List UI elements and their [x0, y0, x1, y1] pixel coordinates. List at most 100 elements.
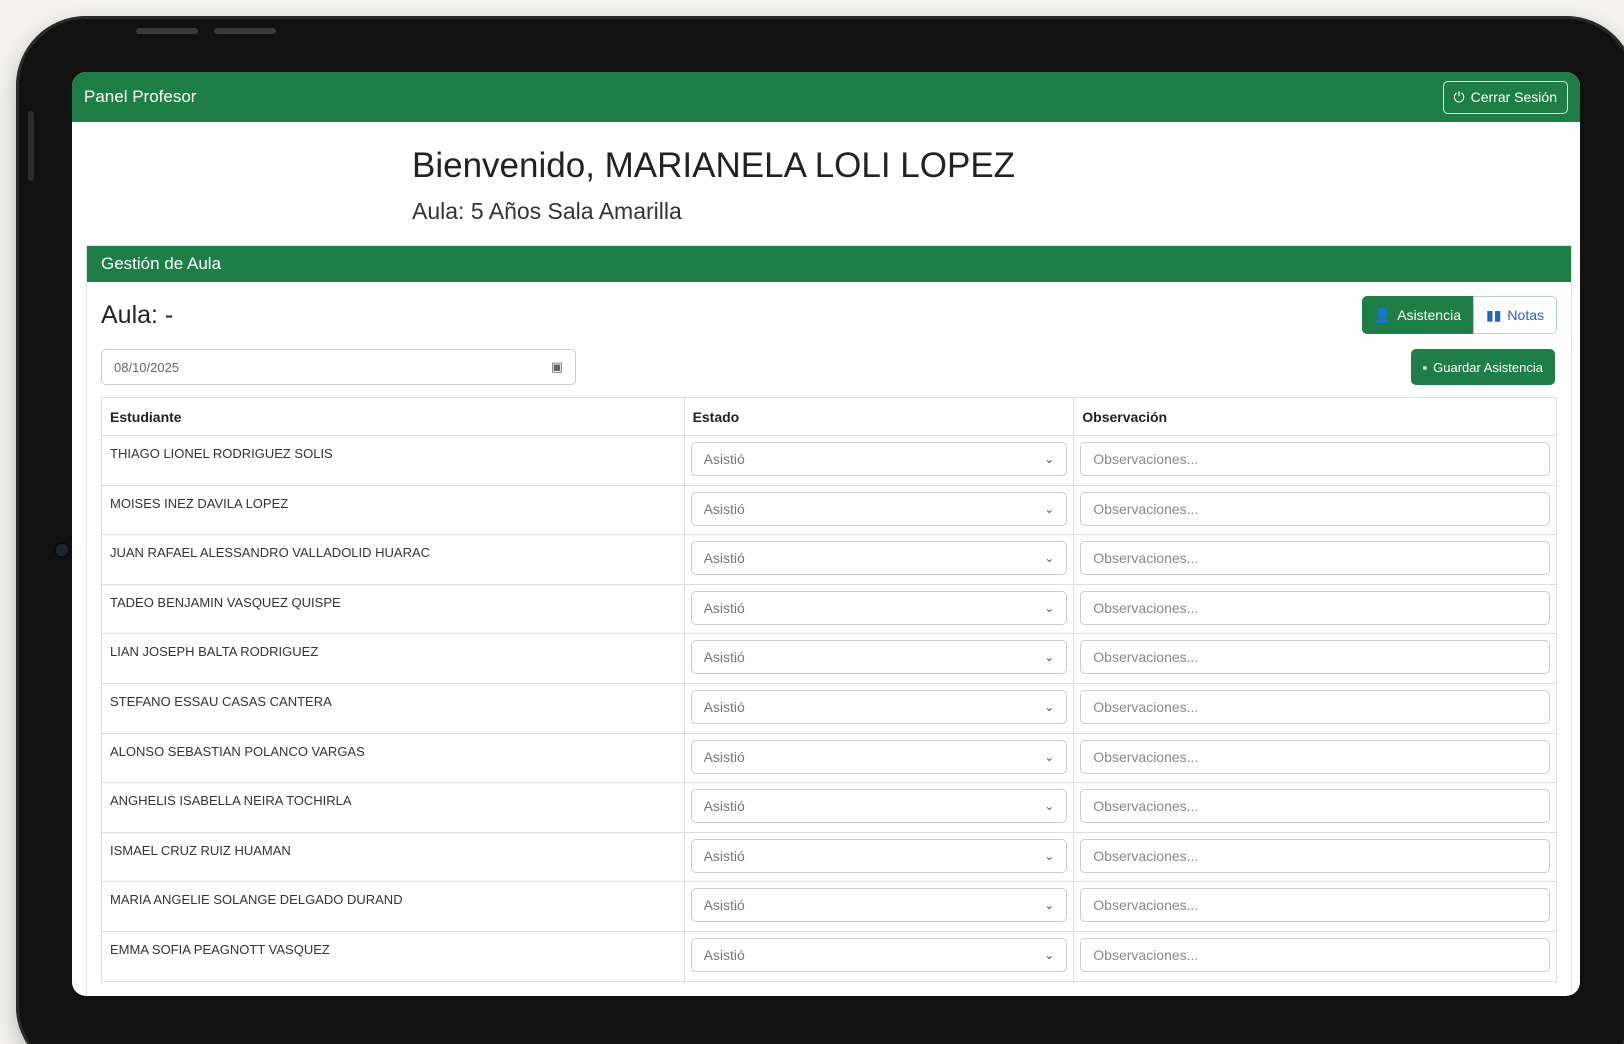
chevron-down-icon: ⌄	[1044, 452, 1055, 466]
observation-cell: Observaciones...	[1073, 583, 1557, 635]
table-row: JUAN RAFAEL ALESSANDRO VALLADOLID HUARAC…	[101, 534, 1557, 585]
status-select[interactable]: Asistió ⌄	[690, 442, 1068, 476]
observation-input[interactable]: Observaciones...	[1080, 739, 1550, 774]
observation-cell: Observaciones...	[1073, 435, 1557, 486]
observation-input[interactable]: Observaciones...	[1080, 888, 1550, 923]
status-cell: Asistió ⌄	[683, 682, 1075, 734]
status-value: Asistió	[703, 798, 745, 815]
grades-tab[interactable]: ▮▮ Notas	[1473, 296, 1557, 334]
status-select[interactable]: Asistió ⌄	[690, 888, 1068, 923]
observation-input[interactable]: Observaciones...	[1080, 937, 1550, 972]
status-value: Asistió	[703, 451, 745, 467]
status-select[interactable]: Asistió ⌄	[690, 590, 1068, 625]
date-value: 08/10/2025	[114, 359, 180, 375]
observation-cell: Observaciones...	[1073, 633, 1557, 684]
status-cell: Asistió ⌄	[683, 732, 1075, 784]
table-header-row: Estudiante Estado Observación	[101, 397, 1557, 436]
calendar-icon[interactable]: ▣	[551, 359, 563, 375]
chevron-down-icon: ⌄	[1044, 551, 1055, 566]
observation-placeholder: Observaciones...	[1093, 550, 1199, 567]
date-input[interactable]: 08/10/2025 ▣	[101, 349, 576, 385]
student-name: MARIA ANGELIE SOLANGE DELGADO DURAND	[101, 881, 685, 932]
chevron-down-icon: ⌄	[1044, 650, 1055, 665]
observation-placeholder: Observaciones...	[1093, 500, 1199, 517]
observation-input[interactable]: Observaciones...	[1080, 838, 1550, 873]
table-row: ANGHELIS ISABELLA NEIRA TOCHIRLA Asistió ⌄…	[101, 782, 1557, 833]
logout-label: Cerrar Sesión	[1470, 89, 1557, 105]
student-name: LIAN JOSEPH BALTA RODRIGUEZ	[101, 633, 685, 684]
status-select[interactable]: Asistió ⌄	[690, 789, 1068, 824]
table-row: ISMAEL CRUZ RUIZ HUAMAN Asistió ⌄ Observaci…	[101, 831, 1557, 883]
status-value: Asistió	[703, 698, 745, 715]
classroom-card: Gestión de Aula Aula: - 👤 Asistencia ▮▮ …	[86, 245, 1572, 996]
status-select[interactable]: Asistió ⌄	[690, 838, 1068, 873]
observation-placeholder: Observaciones...	[1093, 798, 1199, 815]
status-cell: Asistió ⌄	[683, 930, 1075, 982]
chevron-down-icon: ⌄	[1044, 947, 1055, 962]
power-icon: ⏻	[1453, 88, 1465, 105]
status-cell: Asistió ⌄	[683, 633, 1075, 684]
status-cell: Asistió ⌄	[683, 534, 1075, 585]
chevron-down-icon: ⌄	[1044, 898, 1055, 913]
table-row: LIAN JOSEPH BALTA RODRIGUEZ Asistió ⌄ Obser…	[101, 633, 1557, 684]
app-screen: Panel Profesor ⏻ Cerrar Sesión Bienvenid…	[72, 72, 1580, 996]
chevron-down-icon: ⌄	[1044, 600, 1055, 615]
observation-cell: Observaciones...	[1073, 732, 1557, 784]
column-header-student: Estudiante	[101, 397, 685, 436]
status-value: Asistió	[703, 500, 745, 517]
observation-placeholder: Observaciones...	[1093, 649, 1199, 666]
observation-cell: Observaciones...	[1073, 831, 1557, 883]
column-header-status: Estado	[683, 397, 1075, 436]
card-title: Aula: -	[101, 301, 174, 329]
observation-input[interactable]: Observaciones...	[1080, 491, 1550, 526]
status-cell: Asistió ⌄	[683, 782, 1075, 833]
status-select[interactable]: Asistió ⌄	[690, 541, 1068, 576]
observation-input[interactable]: Observaciones...	[1080, 442, 1550, 476]
student-name: ISMAEL CRUZ RUIZ HUAMAN	[101, 831, 685, 883]
observation-input[interactable]: Observaciones...	[1080, 640, 1550, 675]
user-check-icon: 👤	[1373, 306, 1392, 323]
logout-button[interactable]: ⏻ Cerrar Sesión	[1442, 80, 1568, 114]
observation-cell: Observaciones...	[1073, 782, 1557, 833]
observation-cell: Observaciones...	[1073, 534, 1557, 585]
status-select[interactable]: Asistió ⌄	[690, 937, 1068, 972]
observation-cell: Observaciones...	[1073, 484, 1557, 536]
observation-input[interactable]: Observaciones...	[1080, 789, 1550, 824]
status-cell: Asistió ⌄	[683, 484, 1075, 536]
status-select[interactable]: Asistió ⌄	[690, 640, 1068, 675]
camera-icon	[56, 544, 68, 556]
status-value: Asistió	[703, 847, 745, 864]
app-brand[interactable]: Panel Profesor	[84, 87, 196, 107]
welcome-heading: Bienvenido, MARIANELA LOLI LOPEZ	[412, 146, 1016, 185]
student-name: MOISES INEZ DAVILA LOPEZ	[101, 484, 685, 536]
observation-placeholder: Observaciones...	[1093, 451, 1199, 467]
student-name: EMMA SOFIA PEAGNOTT VASQUEZ	[101, 930, 685, 982]
chevron-down-icon: ⌄	[1044, 501, 1055, 516]
tablet-power-button	[214, 28, 276, 34]
column-header-observation: Observación	[1073, 397, 1557, 436]
tablet-side-button	[28, 111, 34, 181]
observation-input[interactable]: Observaciones...	[1080, 541, 1550, 576]
table-row: MOISES INEZ DAVILA LOPEZ Asistió ⌄ Observac…	[101, 484, 1557, 536]
save-attendance-button[interactable]: ▪ Guardar Asistencia	[1410, 349, 1555, 385]
observation-placeholder: Observaciones...	[1093, 847, 1199, 864]
observation-input[interactable]: Observaciones...	[1080, 590, 1550, 625]
table-row: ALONSO SEBASTIAN POLANCO VARGAS Asistió ⌄ O…	[101, 732, 1557, 784]
status-select[interactable]: Asistió ⌄	[690, 491, 1068, 526]
attendance-tab[interactable]: 👤 Asistencia	[1361, 296, 1473, 334]
student-name: TADEO BENJAMIN VASQUEZ QUISPE	[101, 583, 685, 635]
observation-input[interactable]: Observaciones...	[1080, 689, 1550, 724]
observation-cell: Observaciones...	[1073, 682, 1557, 734]
status-value: Asistió	[703, 550, 745, 567]
grades-tab-label: Notas	[1507, 307, 1544, 323]
table-row: THIAGO LIONEL RODRIGUEZ SOLIS Asistió ⌄ Obs…	[101, 435, 1557, 486]
status-select[interactable]: Asistió ⌄	[690, 689, 1068, 724]
status-select[interactable]: Asistió ⌄	[690, 739, 1068, 774]
status-value: Asistió	[703, 946, 745, 963]
observation-cell: Observaciones...	[1073, 930, 1557, 982]
chevron-down-icon: ⌄	[1044, 799, 1055, 814]
status-value: Asistió	[703, 649, 745, 666]
observation-cell: Observaciones...	[1073, 881, 1557, 932]
table-row: EMMA SOFIA PEAGNOTT VASQUEZ Asistió ⌄ Obser…	[101, 930, 1557, 982]
student-name: STEFANO ESSAU CASAS CANTERA	[101, 682, 685, 734]
